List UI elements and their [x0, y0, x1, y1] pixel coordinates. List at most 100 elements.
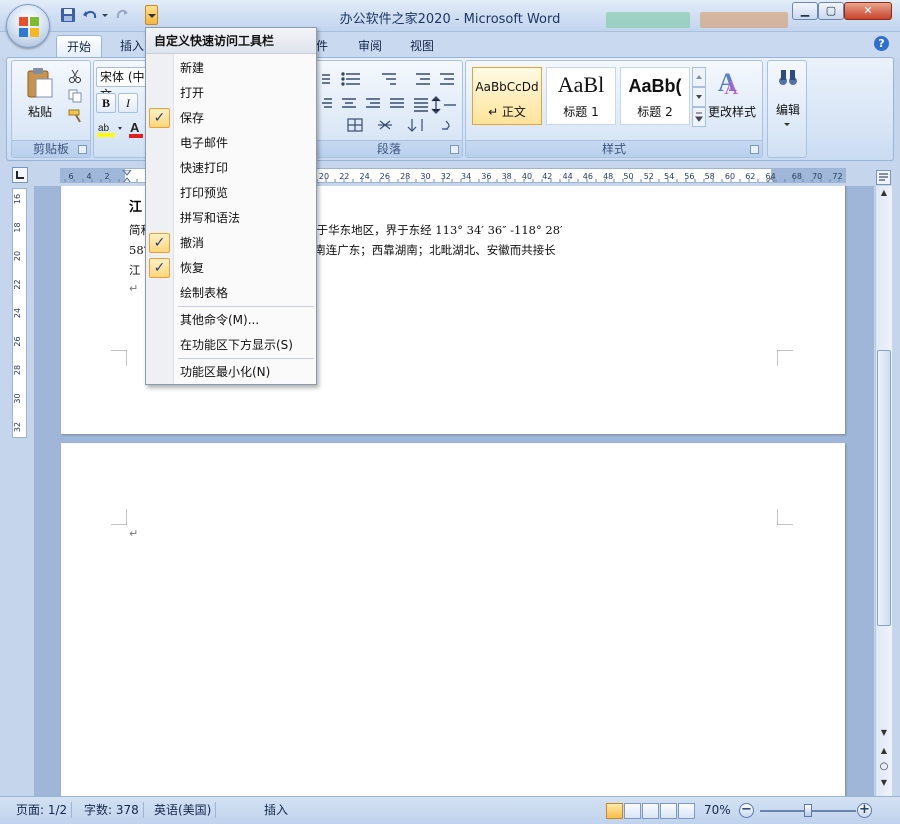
status-page[interactable]: 页面: 1/2	[12, 802, 73, 818]
scroll-down-button[interactable]: ▼	[876, 726, 892, 740]
menu-item-label: 打印预览	[180, 186, 229, 200]
status-insert-mode[interactable]: 插入	[260, 802, 292, 818]
menu-item-6[interactable]: 打印预览	[146, 181, 316, 205]
menu-title: 自定义快速访问工具栏	[146, 28, 316, 54]
menu-item-8[interactable]: ✓ 撤消	[146, 231, 316, 255]
ruler-label: 40	[522, 172, 532, 181]
menu-item-minimize-ribbon[interactable]: 功能区最小化(N)	[146, 360, 316, 384]
crop-mark	[777, 509, 793, 525]
title-bar-decoration	[606, 12, 690, 28]
scroll-up-button[interactable]: ▲	[876, 186, 892, 200]
highlight-icon[interactable]: ab	[96, 119, 124, 139]
undo-icon[interactable]	[82, 7, 98, 23]
cut-icon[interactable]	[68, 69, 82, 83]
ruler-icon	[879, 173, 888, 181]
clipboard-dialog-launcher[interactable]	[78, 145, 87, 154]
redo-icon[interactable]	[114, 7, 130, 23]
styles-dialog-launcher[interactable]	[750, 145, 759, 154]
office-button[interactable]	[6, 4, 50, 48]
crop-mark	[111, 350, 127, 366]
zoom-level[interactable]: 70%	[700, 802, 735, 818]
menu-item-1[interactable]: 新建	[146, 56, 316, 80]
vertical-scrollbar[interactable]: ▲ ▼ ▲ ○ ▼	[875, 186, 892, 796]
menu-item-10[interactable]: 绘制表格	[146, 281, 316, 305]
document-heading: 江	[129, 200, 143, 215]
status-word-count[interactable]: 字数: 378	[80, 802, 144, 818]
save-icon[interactable]	[60, 7, 76, 23]
ruler-row: 6 4 2 20 22 24 26 28 30 32 34 36 38 40 42 44 46 48 50 52 54 5…	[0, 162, 900, 186]
editing-group: 编辑	[767, 60, 807, 158]
outline-view-button[interactable]	[660, 803, 677, 819]
zoom-out-button[interactable]: −	[739, 803, 754, 818]
vertical-ruler-label: 32	[13, 422, 22, 432]
ruler-label: 72	[832, 172, 842, 181]
menu-item-5[interactable]: 快速打印	[146, 156, 316, 180]
tab-review[interactable]: 审阅	[350, 35, 390, 58]
menu-item-show-below-ribbon[interactable]: 在功能区下方显示(S)	[146, 333, 316, 357]
vertical-ruler-label: 26	[13, 336, 22, 346]
ruler-label: 36	[481, 172, 491, 181]
editing-button[interactable]: 编辑	[768, 101, 808, 118]
crop-mark	[777, 350, 793, 366]
full-screen-reading-view-button[interactable]	[624, 803, 641, 819]
paragraph-group: 段落	[315, 60, 463, 158]
close-button[interactable]: ✕	[844, 2, 892, 20]
previous-page-button[interactable]: ▲	[876, 744, 892, 758]
next-page-button[interactable]: ▼	[876, 776, 892, 790]
menu-item-4[interactable]: 电子邮件	[146, 131, 316, 155]
ruler-label: 50	[623, 172, 633, 181]
tab-stop-selector[interactable]	[12, 167, 28, 183]
menu-item-2[interactable]: 打开	[146, 81, 316, 105]
paragraph-dialog-launcher[interactable]	[450, 145, 459, 154]
style-heading-1[interactable]: AaBl 标题 1	[546, 67, 616, 125]
paste-icon[interactable]	[24, 67, 56, 99]
status-language[interactable]: 英语(美国)	[150, 802, 217, 818]
tab-view[interactable]: 视图	[402, 35, 442, 58]
minimize-button[interactable]: ▁	[792, 2, 818, 20]
style-heading-2[interactable]: AaBb( 标题 2	[620, 67, 690, 125]
style-sample: AaBb(	[628, 76, 682, 96]
ruler-label: 24	[360, 172, 370, 181]
maximize-button[interactable]: ▢	[818, 2, 844, 20]
menu-item-3[interactable]: ✓ 保存	[146, 106, 316, 130]
ruler-label: 48	[603, 172, 613, 181]
document-page-2[interactable]: ↵	[61, 443, 845, 796]
copy-icon[interactable]	[68, 89, 82, 103]
menu-item-more-commands[interactable]: 其他命令(M)...	[146, 308, 316, 332]
italic-button[interactable]: I	[118, 93, 138, 113]
paste-label[interactable]: 粘贴	[20, 103, 60, 120]
help-icon[interactable]: ?	[874, 36, 889, 51]
undo-dropdown-icon[interactable]	[101, 7, 109, 23]
bold-button[interactable]: B	[96, 93, 116, 113]
view-ruler-icon[interactable]	[876, 170, 891, 185]
checkmark-icon: ✓	[149, 108, 170, 128]
menu-item-9[interactable]: ✓ 恢复	[146, 256, 316, 280]
vertical-ruler-label: 30	[13, 393, 22, 403]
menu-item-label: 电子邮件	[180, 136, 229, 150]
select-browse-object-button[interactable]: ○	[876, 760, 892, 774]
zoom-in-button[interactable]: +	[857, 803, 872, 818]
tab-home[interactable]: 开始	[56, 35, 102, 58]
vertical-ruler-label: 28	[13, 365, 22, 375]
menu-item-7[interactable]: 拼写和语法	[146, 206, 316, 230]
print-layout-view-button[interactable]	[606, 803, 623, 819]
change-styles-icon[interactable]: A A	[714, 67, 746, 97]
vertical-ruler-label: 22	[13, 279, 22, 289]
draft-view-button[interactable]	[678, 803, 695, 819]
binoculars-icon[interactable]	[778, 67, 798, 89]
vertical-ruler[interactable]: 16 18 20 22 24 26 28 30 32	[12, 188, 27, 438]
office-logo-icon	[19, 17, 39, 37]
format-painter-icon[interactable]	[68, 109, 84, 123]
zoom-slider-thumb[interactable]	[804, 804, 812, 817]
change-styles-button[interactable]: 更改样式	[704, 103, 760, 120]
paragraph-controls-icon[interactable]	[320, 67, 460, 137]
customize-quick-access-button[interactable]	[145, 5, 158, 25]
ruler-label: 30	[420, 172, 430, 181]
ruler-label: 26	[380, 172, 390, 181]
web-layout-view-button[interactable]	[642, 803, 659, 819]
menu-separator	[178, 306, 314, 307]
menu-item-label: 恢复	[180, 261, 205, 275]
indent-marker-icon[interactable]	[122, 170, 132, 183]
scrollbar-thumb[interactable]	[877, 350, 891, 626]
style-normal[interactable]: AaBbCcDd ↵ 正文	[472, 67, 542, 125]
